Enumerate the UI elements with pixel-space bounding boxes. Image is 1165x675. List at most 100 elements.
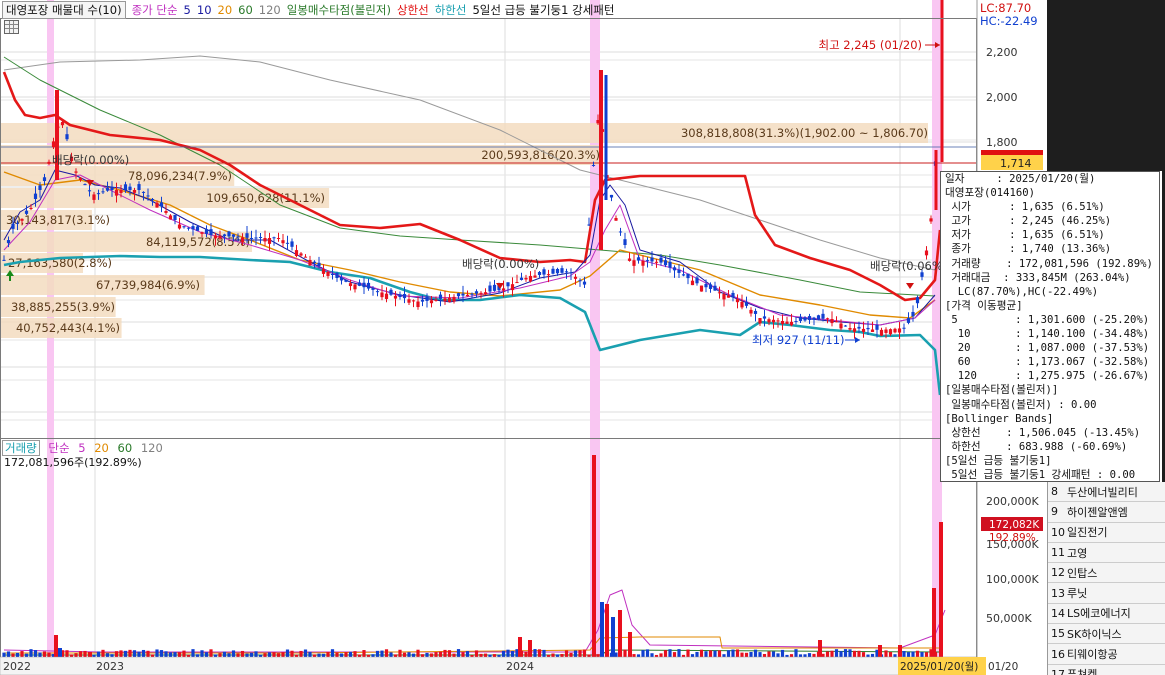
legend-pattern: 5일선 급등 불기둥1 강세패턴 — [472, 3, 615, 17]
candle-body — [312, 261, 317, 263]
volume-bar — [744, 652, 749, 657]
volume-bar — [200, 650, 204, 657]
volume-bar — [636, 654, 641, 657]
volume-bar — [767, 651, 771, 657]
ranking-item[interactable]: 16 티웨이항공 — [1048, 644, 1165, 665]
price-tick-label: 1,800 — [986, 136, 1018, 149]
candle-body — [42, 177, 47, 181]
volume-bar — [506, 649, 510, 657]
volume-bar — [407, 652, 411, 657]
volume-profile-label: 78,096,234(7.9%) — [128, 169, 232, 183]
volume-bar — [677, 649, 681, 657]
volume-bar — [209, 649, 213, 657]
candle-body — [789, 321, 794, 326]
ranking-stock-name: 고영 — [1067, 546, 1088, 560]
ranking-rank: 17 — [1051, 667, 1065, 675]
tooltip-line: [5일선 급등 불기둥1] — [945, 454, 1052, 467]
candle-body — [33, 193, 38, 199]
volume-spike — [54, 635, 58, 657]
volume-bar — [29, 649, 33, 657]
candle-body — [317, 262, 321, 266]
candle-body — [177, 224, 182, 229]
volume-pct-tag: 192.89% — [989, 532, 1036, 544]
candle-body — [510, 284, 515, 291]
legend-buy-point: 일봉매수타점(볼린저) — [286, 3, 391, 17]
candle-body — [105, 187, 110, 191]
volume-bar — [83, 650, 87, 657]
candle-body — [353, 284, 357, 290]
ranking-rank: 9 — [1051, 505, 1058, 519]
candle-body — [24, 210, 29, 214]
candle-body — [875, 324, 879, 330]
ranking-item[interactable]: 12 인탑스 — [1048, 563, 1165, 584]
ranking-item[interactable]: 13 루닛 — [1048, 583, 1165, 604]
ranking-item[interactable]: 17 퓨쳐켐 — [1048, 664, 1165, 675]
volume-spike — [898, 645, 902, 657]
volume-bar — [245, 653, 249, 657]
volume-bar — [339, 653, 344, 657]
ranking-rank: 10 — [1051, 525, 1065, 539]
volume-bar — [290, 650, 294, 657]
legend-title[interactable]: 대영포장 매물대 수(10) — [2, 1, 126, 19]
volume-bar — [123, 650, 128, 657]
volume-ma-120: 120 — [140, 441, 163, 455]
tooltip-line: LC(87.70%),HC(-22.49%) — [945, 285, 1099, 298]
volume-profile-label: 308,818,808(31.3%)(1,902.00 ~ 1,806.70) — [681, 126, 928, 140]
ranking-rank: 15 — [1051, 627, 1065, 641]
candle-body — [141, 191, 146, 193]
candle-body — [551, 268, 555, 274]
candle-body — [60, 121, 65, 126]
volume-bar — [281, 652, 285, 657]
candle-body — [614, 218, 618, 221]
volume-bar — [650, 653, 654, 657]
ranking-item[interactable]: 14 LS에코에너지 — [1048, 603, 1165, 625]
volume-bar — [659, 653, 663, 657]
candle-body — [245, 233, 249, 238]
candle-body — [128, 186, 132, 190]
volume-bar — [668, 649, 672, 657]
volume-bar — [465, 651, 470, 657]
tooltip-line: 거래량 : 172,081,596 (192.89%) — [945, 257, 1153, 270]
candle-body — [402, 294, 407, 299]
candle-body — [321, 269, 326, 274]
candle-body — [699, 285, 704, 292]
volume-bar — [362, 650, 366, 657]
candle-body — [803, 317, 807, 321]
candle-body — [834, 321, 839, 323]
candle-body — [182, 226, 186, 228]
volume-bar — [69, 654, 74, 657]
volume-bar — [308, 651, 312, 657]
volume-bar — [272, 652, 276, 657]
ranking-item[interactable]: 9 하이젠알앤엠 — [1048, 502, 1165, 523]
volume-bar — [434, 652, 438, 657]
candle-body — [240, 237, 245, 243]
volume-spike — [939, 522, 943, 657]
low-annotation: 최저 927 (11/11) — [752, 333, 845, 347]
volume-bar — [708, 650, 713, 657]
volume-bar — [920, 652, 924, 657]
candle-body — [249, 237, 254, 239]
ranking-list: 8 두산에너빌리티 9 하이젠알앤엠 10 일진전기 11 고영 12 인탑스 13 루닛 14 LS에코… — [1047, 482, 1165, 675]
ranking-item[interactable]: 15 SK하이닉스 — [1048, 624, 1165, 645]
spike-candle — [934, 150, 938, 210]
candle-body — [825, 318, 830, 320]
ranking-item[interactable]: 10 일진전기 — [1048, 522, 1165, 543]
candle-body — [281, 240, 285, 244]
candle-body — [821, 313, 825, 319]
candle-body — [227, 231, 231, 237]
volume-bar — [231, 650, 236, 657]
ranking-item[interactable]: 8 두산에너빌리티 — [1048, 482, 1165, 503]
candle-body — [114, 190, 119, 196]
volume-bar — [258, 654, 263, 657]
volume-bar — [65, 650, 69, 657]
candle-body — [695, 277, 699, 284]
volume-bar — [371, 654, 375, 657]
volume-bar — [92, 654, 96, 657]
candle-body — [132, 190, 137, 193]
candle-body — [456, 293, 461, 297]
candle-body — [506, 282, 510, 287]
grid-toggle-icon[interactable] — [4, 20, 19, 34]
volume-bar — [294, 654, 299, 657]
volume-bar — [857, 650, 861, 657]
ranking-item[interactable]: 11 고영 — [1048, 542, 1165, 564]
